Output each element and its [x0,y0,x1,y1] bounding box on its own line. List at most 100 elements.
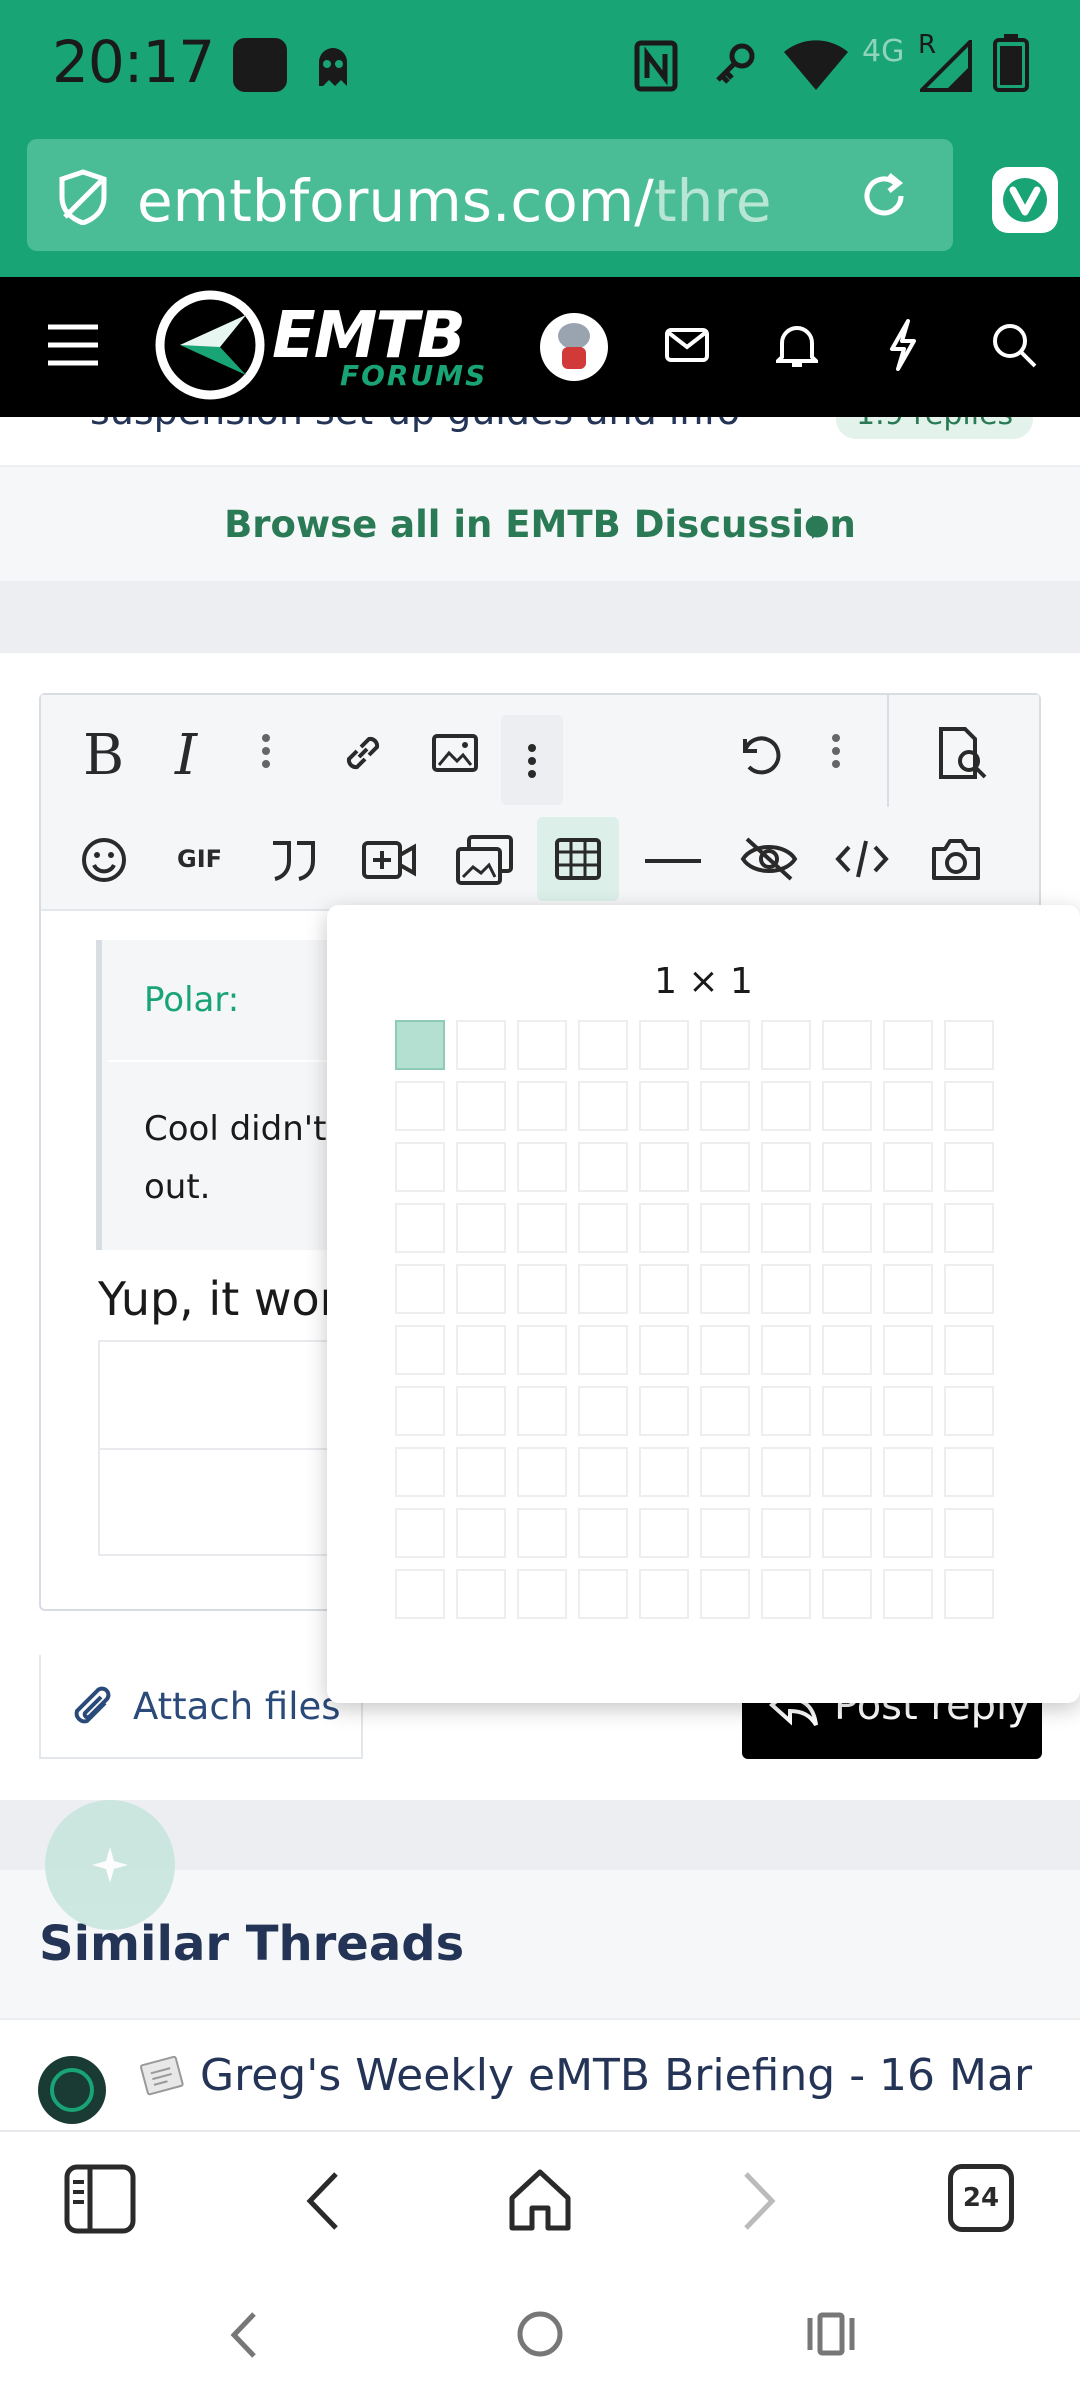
quote-icon[interactable] [269,839,317,883]
camera-icon[interactable] [931,837,981,881]
similar-thread-title[interactable]: Greg's Weekly eMTB Briefing - 16 Mar [200,2050,1032,2101]
preview-icon[interactable] [937,727,993,779]
table-size-cell[interactable] [456,1020,506,1070]
table-size-cell[interactable] [700,1020,750,1070]
table-size-cell[interactable] [517,1264,567,1314]
floating-action-button[interactable] [45,1800,175,1930]
table-size-cell[interactable] [700,1081,750,1131]
table-size-cell[interactable] [944,1203,994,1253]
table-size-cell[interactable] [944,1081,994,1131]
table-size-cell[interactable] [822,1325,872,1375]
table-size-cell[interactable] [578,1508,628,1558]
table-size-cell[interactable] [517,1142,567,1192]
table-size-cell[interactable] [639,1203,689,1253]
system-back-icon[interactable] [228,2310,258,2360]
spoiler-icon[interactable] [739,833,799,885]
table-size-cell[interactable] [822,1081,872,1131]
address-bar[interactable]: emtbforums.com/thre [27,139,953,251]
table-size-cell[interactable] [456,1508,506,1558]
table-size-cell[interactable] [639,1386,689,1436]
table-size-cell[interactable] [883,1569,933,1619]
table-size-cell[interactable] [944,1386,994,1436]
undo-icon[interactable] [733,729,783,779]
user-avatar[interactable] [540,313,608,381]
table-size-cell[interactable] [517,1203,567,1253]
vivaldi-menu-button[interactable] [992,167,1058,233]
table-size-cell[interactable] [761,1264,811,1314]
horizontal-line-button[interactable] [645,859,701,863]
bold-button[interactable]: B [83,723,124,788]
table-size-cell[interactable] [761,1508,811,1558]
table-size-cell[interactable] [944,1508,994,1558]
insert-video-icon[interactable] [361,839,417,881]
table-size-cell[interactable] [639,1142,689,1192]
reload-icon[interactable] [855,167,913,225]
url-text[interactable]: emtbforums.com/thre [137,167,837,235]
table-size-cell[interactable] [883,1264,933,1314]
table-size-cell[interactable] [395,1569,445,1619]
table-size-cell[interactable] [578,1081,628,1131]
more-text-options-icon[interactable] [261,733,271,769]
table-size-cell[interactable] [822,1142,872,1192]
back-icon[interactable] [302,2170,342,2232]
table-size-cell[interactable] [700,1447,750,1497]
table-size-cell[interactable] [883,1386,933,1436]
link-icon[interactable] [339,729,387,777]
table-size-cell[interactable] [761,1203,811,1253]
table-size-cell[interactable] [517,1386,567,1436]
table-size-cell[interactable] [456,1203,506,1253]
table-size-cell[interactable] [639,1569,689,1619]
table-size-cell[interactable] [761,1020,811,1070]
table-size-cell[interactable] [700,1203,750,1253]
inserted-table[interactable] [98,1340,340,1556]
table-size-cell[interactable] [883,1142,933,1192]
italic-button[interactable]: I [175,723,197,788]
table-size-cell[interactable] [761,1447,811,1497]
table-size-cell[interactable] [944,1264,994,1314]
table-size-cell[interactable] [395,1203,445,1253]
table-size-cell[interactable] [822,1569,872,1619]
table-size-cell[interactable] [456,1142,506,1192]
table-size-cell[interactable] [761,1081,811,1131]
table-size-cell[interactable] [517,1081,567,1131]
panel-icon[interactable] [64,2164,136,2234]
system-recents-icon[interactable] [806,2312,856,2356]
table-size-cell[interactable] [517,1569,567,1619]
image-icon[interactable] [431,733,479,773]
table-size-cell[interactable] [944,1020,994,1070]
table-size-cell[interactable] [883,1020,933,1070]
table-size-cell[interactable] [578,1203,628,1253]
table-size-cell[interactable] [578,1325,628,1375]
table-size-cell[interactable] [822,1264,872,1314]
table-size-cell[interactable] [395,1142,445,1192]
site-logo[interactable]: EMTB FORUMS [154,289,514,401]
cut-off-thread-title[interactable]: suspension set-up guides and info [90,417,740,433]
table-size-cell[interactable] [456,1447,506,1497]
table-size-cell[interactable] [944,1569,994,1619]
table-size-cell[interactable] [639,1325,689,1375]
table-size-cell[interactable] [883,1447,933,1497]
gallery-icon[interactable] [455,835,515,885]
table-size-cell[interactable] [944,1142,994,1192]
table-size-cell[interactable] [578,1447,628,1497]
table-size-cell[interactable] [456,1264,506,1314]
thread-author-avatar[interactable] [38,2056,106,2124]
more-options-icon[interactable] [831,733,841,769]
table-size-cell[interactable] [700,1142,750,1192]
table-size-cell[interactable] [517,1508,567,1558]
table-size-cell[interactable] [395,1264,445,1314]
table-size-cell[interactable] [883,1081,933,1131]
table-size-cell[interactable] [700,1569,750,1619]
table-size-cell[interactable] [395,1081,445,1131]
forward-icon[interactable] [740,2170,780,2232]
table-size-cell[interactable] [700,1264,750,1314]
site-shield-icon[interactable] [57,169,109,225]
attach-files-button[interactable]: Attach files [39,1655,363,1759]
table-size-cell[interactable] [578,1386,628,1436]
table-size-cell[interactable] [395,1447,445,1497]
table-size-cell[interactable] [578,1569,628,1619]
browse-all-link[interactable]: Browse all in EMTB Discussion [0,465,1080,583]
gif-button[interactable]: GIF [177,845,222,873]
inbox-icon[interactable] [664,327,710,363]
more-insert-options-button[interactable] [501,715,563,805]
